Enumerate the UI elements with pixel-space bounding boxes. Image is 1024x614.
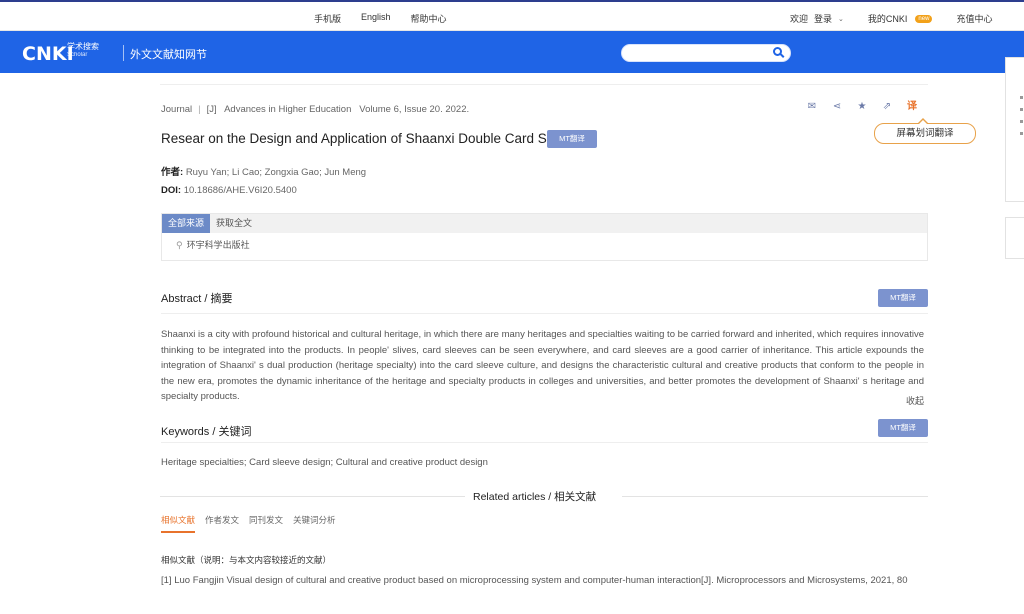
translate-tooltip: 屏幕划词翻译: [874, 118, 976, 144]
side-panel-mark: [1020, 96, 1023, 99]
header-divider: [123, 45, 124, 61]
tab-similar[interactable]: 相似文献: [161, 514, 196, 533]
source-item[interactable]: ⚲ 环宇科学出版社: [162, 233, 927, 251]
source-panel: 全部来源 获取全文 ⚲ 环宇科学出版社: [161, 213, 928, 261]
authors-list[interactable]: Ruyu Yan; Li Cao; Zongxia Gao; Jun Meng: [186, 167, 366, 178]
mobile-link[interactable]: 手机版: [314, 12, 341, 25]
title-mt-translate-button[interactable]: MT翻译: [547, 130, 597, 148]
doi-line: DOI: 10.18686/AHE.V6I20.5400: [161, 185, 297, 196]
star-icon[interactable]: ★: [856, 101, 868, 113]
side-panel-mark: [1020, 132, 1023, 135]
site-header: CNKI 学术搜索 Scholar 外文文献知网节: [0, 31, 1024, 73]
abstract-mt-translate-button[interactable]: MT翻译: [878, 289, 928, 307]
tab-author-articles[interactable]: 作者发文: [205, 514, 239, 533]
list-item[interactable]: [1] Luo Fangjin Visual design of cultura…: [161, 573, 921, 589]
abstract-text: Shaanxi is a city with profound historic…: [161, 329, 924, 403]
related-articles-header: Related articles / 相关文献: [160, 489, 928, 503]
logo-sub-cn: 学术搜索: [67, 42, 99, 51]
top-center-links: 手机版 English 帮助中心: [314, 12, 447, 25]
keywords-text[interactable]: Heritage specialties; Card sleeve design…: [161, 457, 488, 468]
paperclip-icon: ⚲: [176, 240, 183, 250]
recharge-link[interactable]: 充值中心: [956, 12, 992, 25]
tab-keyword-analysis[interactable]: 关键词分析: [293, 514, 336, 533]
logo-sub-en: Scholar: [67, 52, 88, 58]
login-link[interactable]: 登录: [814, 12, 832, 25]
welcome-text: 欢迎: [790, 14, 809, 24]
related-rule-left: [160, 496, 465, 497]
related-rule-right: [622, 496, 928, 497]
new-badge: new: [915, 14, 933, 23]
journal-volume: Volume 6, Issue 20. 2022.: [359, 104, 470, 115]
tab-same-journal[interactable]: 同刊发文: [249, 514, 283, 533]
keywords-mt-translate-button[interactable]: MT翻译: [878, 419, 928, 437]
side-tool-panel-secondary[interactable]: [1005, 217, 1024, 259]
journal-info: Journal | [J] Advances in Higher Education…: [161, 104, 470, 115]
abstract-heading: Abstract / 摘要: [161, 293, 233, 305]
authors-label: 作者:: [161, 167, 184, 178]
my-cnki-link[interactable]: 我的CNKI: [868, 12, 908, 25]
tab-all-sources[interactable]: 全部来源: [162, 214, 211, 233]
doi-value[interactable]: 10.18686/AHE.V6I20.5400: [184, 185, 297, 196]
article-actions: ✉ ⋖ ★ ⇗ 译: [806, 101, 918, 113]
pub-type: Journal: [161, 104, 193, 115]
keywords-divider: [161, 442, 928, 443]
source-tabs: 全部来源 获取全文: [162, 214, 927, 233]
related-articles-title: Related articles / 相关文献: [473, 491, 597, 503]
journal-name[interactable]: Advances in Higher Education: [224, 104, 351, 115]
top-utility-bar: 手机版 English 帮助中心 欢迎 登录 ⌄ 我的CNKI new 充值中心: [0, 0, 1024, 31]
mail-icon[interactable]: ✉: [806, 101, 818, 113]
related-note: 相似文献（说明：与本文内容较接近的文献）: [161, 555, 332, 565]
top-right-links: 欢迎 登录 ⌄ 我的CNKI new 充值中心: [790, 12, 992, 25]
article-title: Resear on the Design and Application of …: [161, 131, 559, 146]
english-link[interactable]: English: [361, 12, 391, 25]
source-item-label[interactable]: 环宇科学出版社: [187, 240, 250, 250]
site-name: 外文文献知网节: [130, 49, 207, 61]
share-icon[interactable]: ⋖: [831, 101, 843, 113]
export-icon[interactable]: ⇗: [881, 101, 893, 113]
side-panel-mark: [1020, 108, 1023, 111]
translate-icon[interactable]: 译: [906, 101, 918, 113]
help-center-link[interactable]: 帮助中心: [411, 12, 447, 25]
side-panel-mark: [1020, 120, 1023, 123]
related-tabs: 相似文献 作者发文 同刊发文 关键词分析: [161, 514, 336, 533]
content-top-divider: [160, 84, 928, 85]
search-icon[interactable]: [773, 47, 782, 56]
abstract-divider: [161, 313, 928, 314]
chevron-down-icon[interactable]: ⌄: [838, 15, 844, 23]
doi-label: DOI:: [161, 185, 182, 196]
collapse-link[interactable]: 收起: [906, 394, 924, 407]
search-input[interactable]: [621, 44, 791, 62]
pub-type-tag: [J]: [206, 104, 217, 115]
side-tool-panel[interactable]: [1005, 57, 1024, 202]
cnki-logo[interactable]: CNKI: [22, 43, 74, 65]
authors-line: 作者: Ruyu Yan; Li Cao; Zongxia Gao; Jun M…: [161, 164, 366, 178]
logo-subtitle: 学术搜索 Scholar: [67, 43, 117, 59]
tab-full-text[interactable]: 获取全文: [210, 214, 258, 233]
keywords-heading: Keywords / 关键词: [161, 426, 252, 438]
